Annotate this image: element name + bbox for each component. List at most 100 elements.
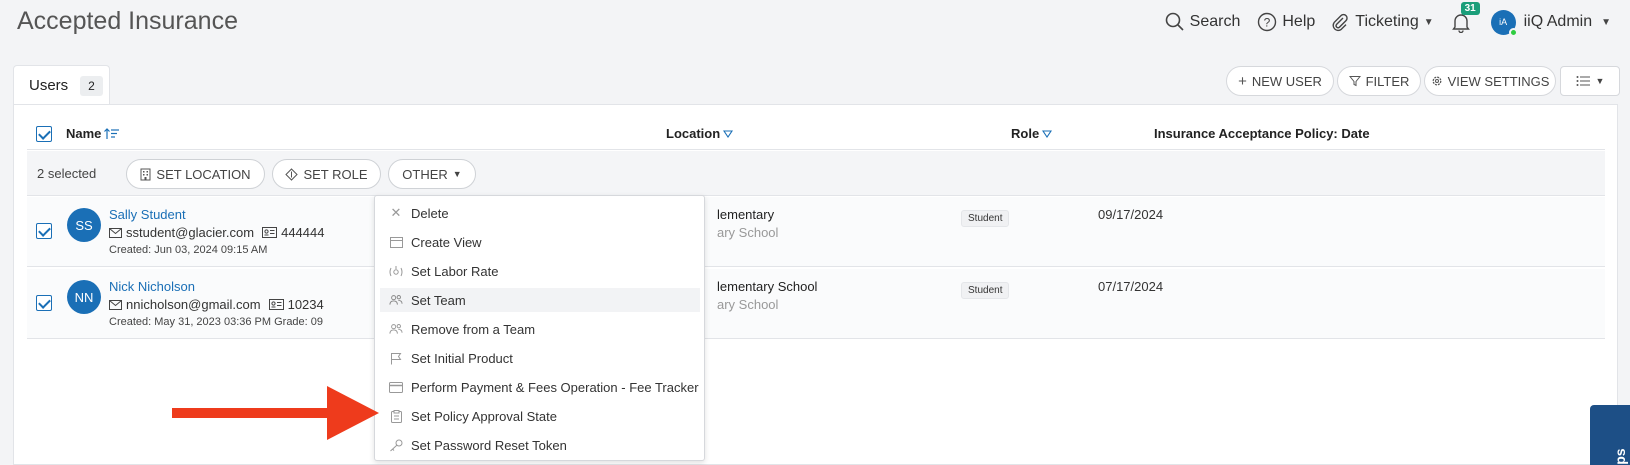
team-icon bbox=[389, 293, 403, 307]
role-badge: Student bbox=[961, 210, 1010, 227]
page-title: Accepted Insurance bbox=[17, 7, 238, 35]
user-email: nnicholson@gmail.com bbox=[126, 297, 261, 312]
clipboard-icon bbox=[389, 409, 403, 423]
set-role-button[interactable]: SET ROLE bbox=[272, 159, 381, 189]
menu-item-set-password-reset-token[interactable]: Set Password Reset Token bbox=[380, 433, 700, 457]
user-contact-line: nnicholson@gmail.com 10234 bbox=[109, 297, 324, 312]
menu-item-label: Set Policy Approval State bbox=[411, 408, 557, 424]
user-contact-line: sstudent@glacier.com 444444 bbox=[109, 225, 324, 240]
user-name-link[interactable]: Sally Student bbox=[109, 207, 186, 222]
help-link[interactable]: ? Help bbox=[1257, 12, 1315, 32]
id-card-icon bbox=[262, 227, 278, 238]
location-secondary: ary School bbox=[717, 297, 779, 312]
notification-count-badge: 31 bbox=[1460, 2, 1480, 15]
user-menu[interactable]: iiQ Admin ▼ bbox=[1524, 13, 1611, 31]
policy-date: 07/17/2024 bbox=[1098, 279, 1164, 294]
set-location-button[interactable]: SET LOCATION bbox=[126, 159, 265, 189]
user-initials: iA bbox=[1499, 17, 1508, 27]
top-actions: Search ? Help Ticketing ▼ 31 iA iiQ Admi… bbox=[1165, 0, 1630, 44]
column-date-label: Insurance Acceptance Policy: Date bbox=[1154, 126, 1370, 141]
tips-tab[interactable]: Tips bbox=[1590, 405, 1630, 465]
user-created-date: Created: May 31, 2023 03:36 PM Grade: 09 bbox=[109, 316, 324, 328]
column-header-policy-date[interactable]: Insurance Acceptance Policy: Date bbox=[1154, 126, 1370, 141]
key-icon bbox=[389, 438, 403, 452]
user-email: sstudent@glacier.com bbox=[126, 225, 255, 240]
envelope-icon bbox=[109, 227, 122, 238]
caret-down-icon: ▼ bbox=[1595, 76, 1605, 86]
menu-item-label: Set Team bbox=[411, 292, 466, 308]
tab-count-badge: 2 bbox=[80, 75, 103, 96]
menu-item-payment-fees[interactable]: Perform Payment & Fees Operation - Fee T… bbox=[380, 375, 700, 399]
menu-item-set-labor-rate[interactable]: Set Labor Rate bbox=[380, 259, 700, 283]
column-role-label: Role bbox=[1011, 126, 1040, 141]
flag-icon bbox=[389, 351, 403, 365]
user-id: 10234 bbox=[287, 297, 324, 312]
select-all-checkbox[interactable] bbox=[36, 126, 52, 142]
close-icon: ✕ bbox=[390, 205, 402, 220]
role-badge: Student bbox=[961, 282, 1010, 299]
menu-item-set-initial-product[interactable]: Set Initial Product bbox=[380, 346, 700, 370]
avatar-initials: SS bbox=[75, 217, 93, 233]
user-name-link[interactable]: Nick Nicholson bbox=[109, 279, 195, 294]
team-remove-icon bbox=[389, 322, 403, 336]
menu-item-create-view[interactable]: Create View bbox=[380, 230, 700, 254]
filter-button[interactable]: FILTER bbox=[1337, 66, 1421, 96]
new-user-button[interactable]: + NEW USER bbox=[1226, 66, 1334, 96]
avatar: NN bbox=[67, 280, 101, 314]
filter-label: FILTER bbox=[1365, 73, 1410, 89]
avatar-initials: NN bbox=[74, 289, 94, 305]
id-card-icon bbox=[268, 299, 284, 310]
caret-down-icon: ▼ bbox=[1601, 16, 1611, 28]
row-checkbox[interactable] bbox=[36, 295, 52, 311]
other-label: OTHER bbox=[402, 166, 448, 182]
menu-item-remove-from-team[interactable]: Remove from a Team bbox=[380, 317, 700, 341]
menu-item-set-team[interactable]: Set Team bbox=[380, 288, 700, 312]
other-dropdown-menu: ✕ Delete Create View Set Labor Rate Set … bbox=[374, 195, 705, 461]
user-avatar[interactable]: iA bbox=[1490, 9, 1518, 37]
menu-item-label: Remove from a Team bbox=[411, 321, 536, 337]
paperclip-icon bbox=[1332, 13, 1349, 32]
selected-count: 2 selected bbox=[37, 166, 97, 181]
column-header-role[interactable]: Role bbox=[1011, 126, 1053, 141]
menu-item-label: Set Password Reset Token bbox=[411, 437, 567, 453]
column-location-label: Location bbox=[666, 126, 721, 141]
other-menu-button[interactable]: OTHER ▼ bbox=[388, 159, 476, 189]
envelope-icon bbox=[109, 299, 122, 310]
location-primary: lementary School bbox=[717, 279, 818, 294]
new-user-label: NEW USER bbox=[1251, 73, 1322, 89]
view-settings-label: VIEW SETTINGS bbox=[1447, 73, 1550, 89]
svg-text:?: ? bbox=[1264, 16, 1271, 30]
filter-icon bbox=[1348, 76, 1361, 87]
menu-item-delete[interactable]: ✕ Delete bbox=[380, 201, 700, 225]
ticketing-menu[interactable]: Ticketing ▼ bbox=[1330, 12, 1434, 32]
credit-card-icon bbox=[389, 380, 403, 394]
table-row[interactable]: NN Nick Nicholson nnicholson@gmail.com 1… bbox=[27, 269, 1605, 339]
search-icon bbox=[1165, 12, 1184, 31]
column-name-label: Name bbox=[66, 126, 102, 141]
tab-users[interactable]: Users 2 bbox=[13, 65, 110, 105]
filter-caret-icon bbox=[1042, 129, 1053, 138]
menu-item-label: Create View bbox=[411, 234, 482, 250]
online-status-dot bbox=[1508, 27, 1518, 37]
tab-label: Users bbox=[29, 77, 69, 94]
user-id: 444444 bbox=[281, 225, 325, 240]
role-icon bbox=[285, 167, 299, 181]
menu-item-label: Delete bbox=[411, 205, 449, 221]
tips-label: Tips bbox=[1612, 448, 1628, 465]
table-row[interactable]: SS Sally Student sstudent@glacier.com 44… bbox=[27, 197, 1605, 267]
caret-down-icon: ▼ bbox=[452, 169, 462, 179]
menu-item-label: Perform Payment & Fees Operation - Fee T… bbox=[411, 379, 699, 395]
building-icon bbox=[140, 168, 151, 180]
row-checkbox[interactable] bbox=[36, 223, 52, 239]
column-header-location[interactable]: Location bbox=[666, 126, 734, 141]
menu-item-label: Set Initial Product bbox=[411, 350, 513, 366]
column-header-name[interactable]: Name bbox=[66, 126, 120, 141]
menu-item-set-policy-approval-state[interactable]: Set Policy Approval State bbox=[380, 404, 700, 428]
gear-icon bbox=[1432, 76, 1442, 86]
view-settings-button[interactable]: VIEW SETTINGS bbox=[1424, 66, 1556, 96]
help-label: Help bbox=[1282, 13, 1316, 30]
notifications-button[interactable]: 31 bbox=[1451, 2, 1480, 34]
avatar: SS bbox=[67, 208, 101, 242]
list-view-menu-button[interactable]: ▼ bbox=[1560, 66, 1620, 96]
search-link[interactable]: Search bbox=[1165, 12, 1240, 32]
